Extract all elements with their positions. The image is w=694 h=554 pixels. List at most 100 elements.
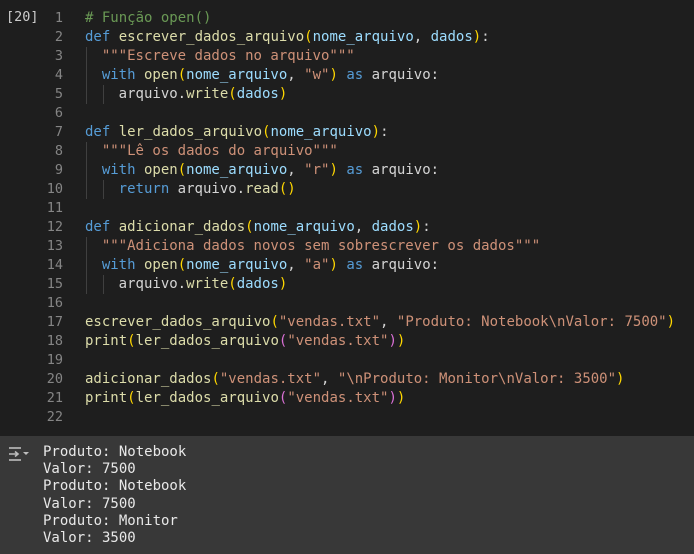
code-token: print [85,390,128,406]
code-line[interactable]: 2 def escrever_dados_arquivo(nome_arquivo… [0,28,694,47]
code-token: with [101,67,136,83]
code-token: , [287,257,305,273]
line-number: 17 [46,314,63,330]
code-token: dados [371,219,414,235]
code-line[interactable]: 21 print(ler_dados_arquivo("vendas.txt")) [0,389,694,408]
line-number: 6 [54,105,63,121]
code-line[interactable]: 10 return arquivo.read() [0,180,694,199]
code-token: ) [278,276,288,292]
code-token: write [186,86,229,102]
code-token: , [321,371,338,387]
code-token: with [101,162,136,178]
code-token: ) [329,162,338,178]
code-line[interactable]: 18 print(ler_dados_arquivo("vendas.txt")) [0,332,694,351]
code-line[interactable]: 7 def ler_dados_arquivo(nome_arquivo): [0,123,694,142]
code-token: ) [472,29,482,45]
code-token: nome_arquivo [312,29,414,45]
code-token: () [278,181,296,197]
code-token: arquivo: [363,257,440,273]
code-token: ) [396,390,406,406]
line-number: 3 [54,48,63,64]
code-token: as [346,257,364,273]
output-line: Valor: 3500 [43,529,136,546]
code-token: open [143,257,178,273]
code-token: "vendas.txt" [278,314,381,330]
code-token: : [481,29,490,45]
code-editor[interactable]: 1 # Função open() 2 def escrever_dados_arqu… [0,9,694,427]
line-number: 8 [54,143,63,159]
code-token: arquivo. [118,86,187,102]
code-line[interactable]: 6 [0,104,694,123]
code-token: """Escreve dados no arquivo""" [101,48,355,64]
code-text: """Escreve dados no arquivo""" [102,47,355,66]
code-line[interactable]: 14 with open(nome_arquivo, "a") as arquiv… [0,256,694,275]
code-token: ( [127,390,136,406]
code-line[interactable]: 9 with open(nome_arquivo, "r") as arquivo… [0,161,694,180]
line-number: 7 [54,124,63,140]
code-text: def ler_dados_arquivo(nome_arquivo): [85,123,389,142]
code-token: ) [329,257,338,273]
output-line: Valor: 7500 [43,461,136,478]
code-line[interactable]: 20 adicionar_dados("vendas.txt", "\nProdu… [0,370,694,389]
code-token: arquivo. [118,276,187,292]
code-line[interactable]: 5 arquivo.write(dados) [0,85,694,104]
line-number: 19 [46,352,63,368]
code-token: arquivo: [363,67,440,83]
code-line[interactable]: 12 def adicionar_dados(nome_arquivo, dado… [0,218,694,237]
code-text: with open(nome_arquivo, "r") as arquivo: [102,161,439,180]
code-token: ler_dados_arquivo [118,124,263,140]
output-toggle-icon[interactable] [8,445,30,463]
code-text: def adicionar_dados(nome_arquivo, dados)… [85,218,431,237]
line-number: 2 [54,29,63,45]
line-number: 10 [46,181,63,197]
code-line[interactable]: 17 escrever_dados_arquivo("vendas.txt", "… [0,313,694,332]
line-number: 18 [46,333,63,349]
code-text: with open(nome_arquivo, "w") as arquivo: [102,66,439,85]
output-line: Produto: Monitor [43,512,178,529]
code-line[interactable]: 3 """Escreve dados no arquivo""" [0,47,694,66]
code-token: ) [616,371,625,387]
code-token: "vendas.txt" [219,371,322,387]
indent-guide [86,256,87,275]
code-token: "w" [304,67,330,83]
code-line[interactable]: 16 [0,294,694,313]
code-token: ler_dados_arquivo [135,333,279,349]
line-number: 5 [54,86,63,102]
code-token: read [245,181,279,197]
code-line[interactable]: 22 [0,408,694,427]
code-line[interactable]: 1 # Função open() [0,9,694,28]
code-line[interactable]: 19 [0,351,694,370]
code-token: arquivo: [363,162,440,178]
code-token: : [380,124,389,140]
code-line[interactable]: 15 arquivo.write(dados) [0,275,694,294]
code-token: open [143,162,178,178]
code-token: # Função open() [85,10,212,26]
code-line[interactable]: 4 with open(nome_arquivo, "w") as arquivo… [0,66,694,85]
code-token: ( [228,276,237,292]
code-token: escrever_dados_arquivo [85,314,271,330]
code-text: adicionar_dados("vendas.txt", "\nProduto… [85,370,624,389]
code-token: def [85,124,111,140]
code-line[interactable]: 13 """Adiciona dados novos sem sobrescrev… [0,237,694,256]
line-number: 21 [46,390,63,406]
code-line[interactable]: 11 [0,199,694,218]
code-token: dados [236,276,279,292]
line-number: 13 [46,238,63,254]
code-line[interactable]: 8 """Lê os dados do arquivo""" [0,142,694,161]
code-token: ( [245,219,254,235]
code-cell[interactable]: [20] 1 # Função open() 2 def escrever_dados… [0,0,694,436]
code-token: , [380,314,397,330]
code-token: ( [228,86,237,102]
code-token: ) [666,314,676,330]
code-token: "r" [304,162,330,178]
code-token: ( [270,314,279,330]
line-number: 14 [46,257,63,273]
code-token: ler_dados_arquivo [135,390,279,406]
line-number: 12 [46,219,63,235]
code-token: "\nProduto: Monitor\nValor: 3500" [337,371,617,387]
code-text: def escrever_dados_arquivo(nome_arquivo,… [85,28,490,47]
